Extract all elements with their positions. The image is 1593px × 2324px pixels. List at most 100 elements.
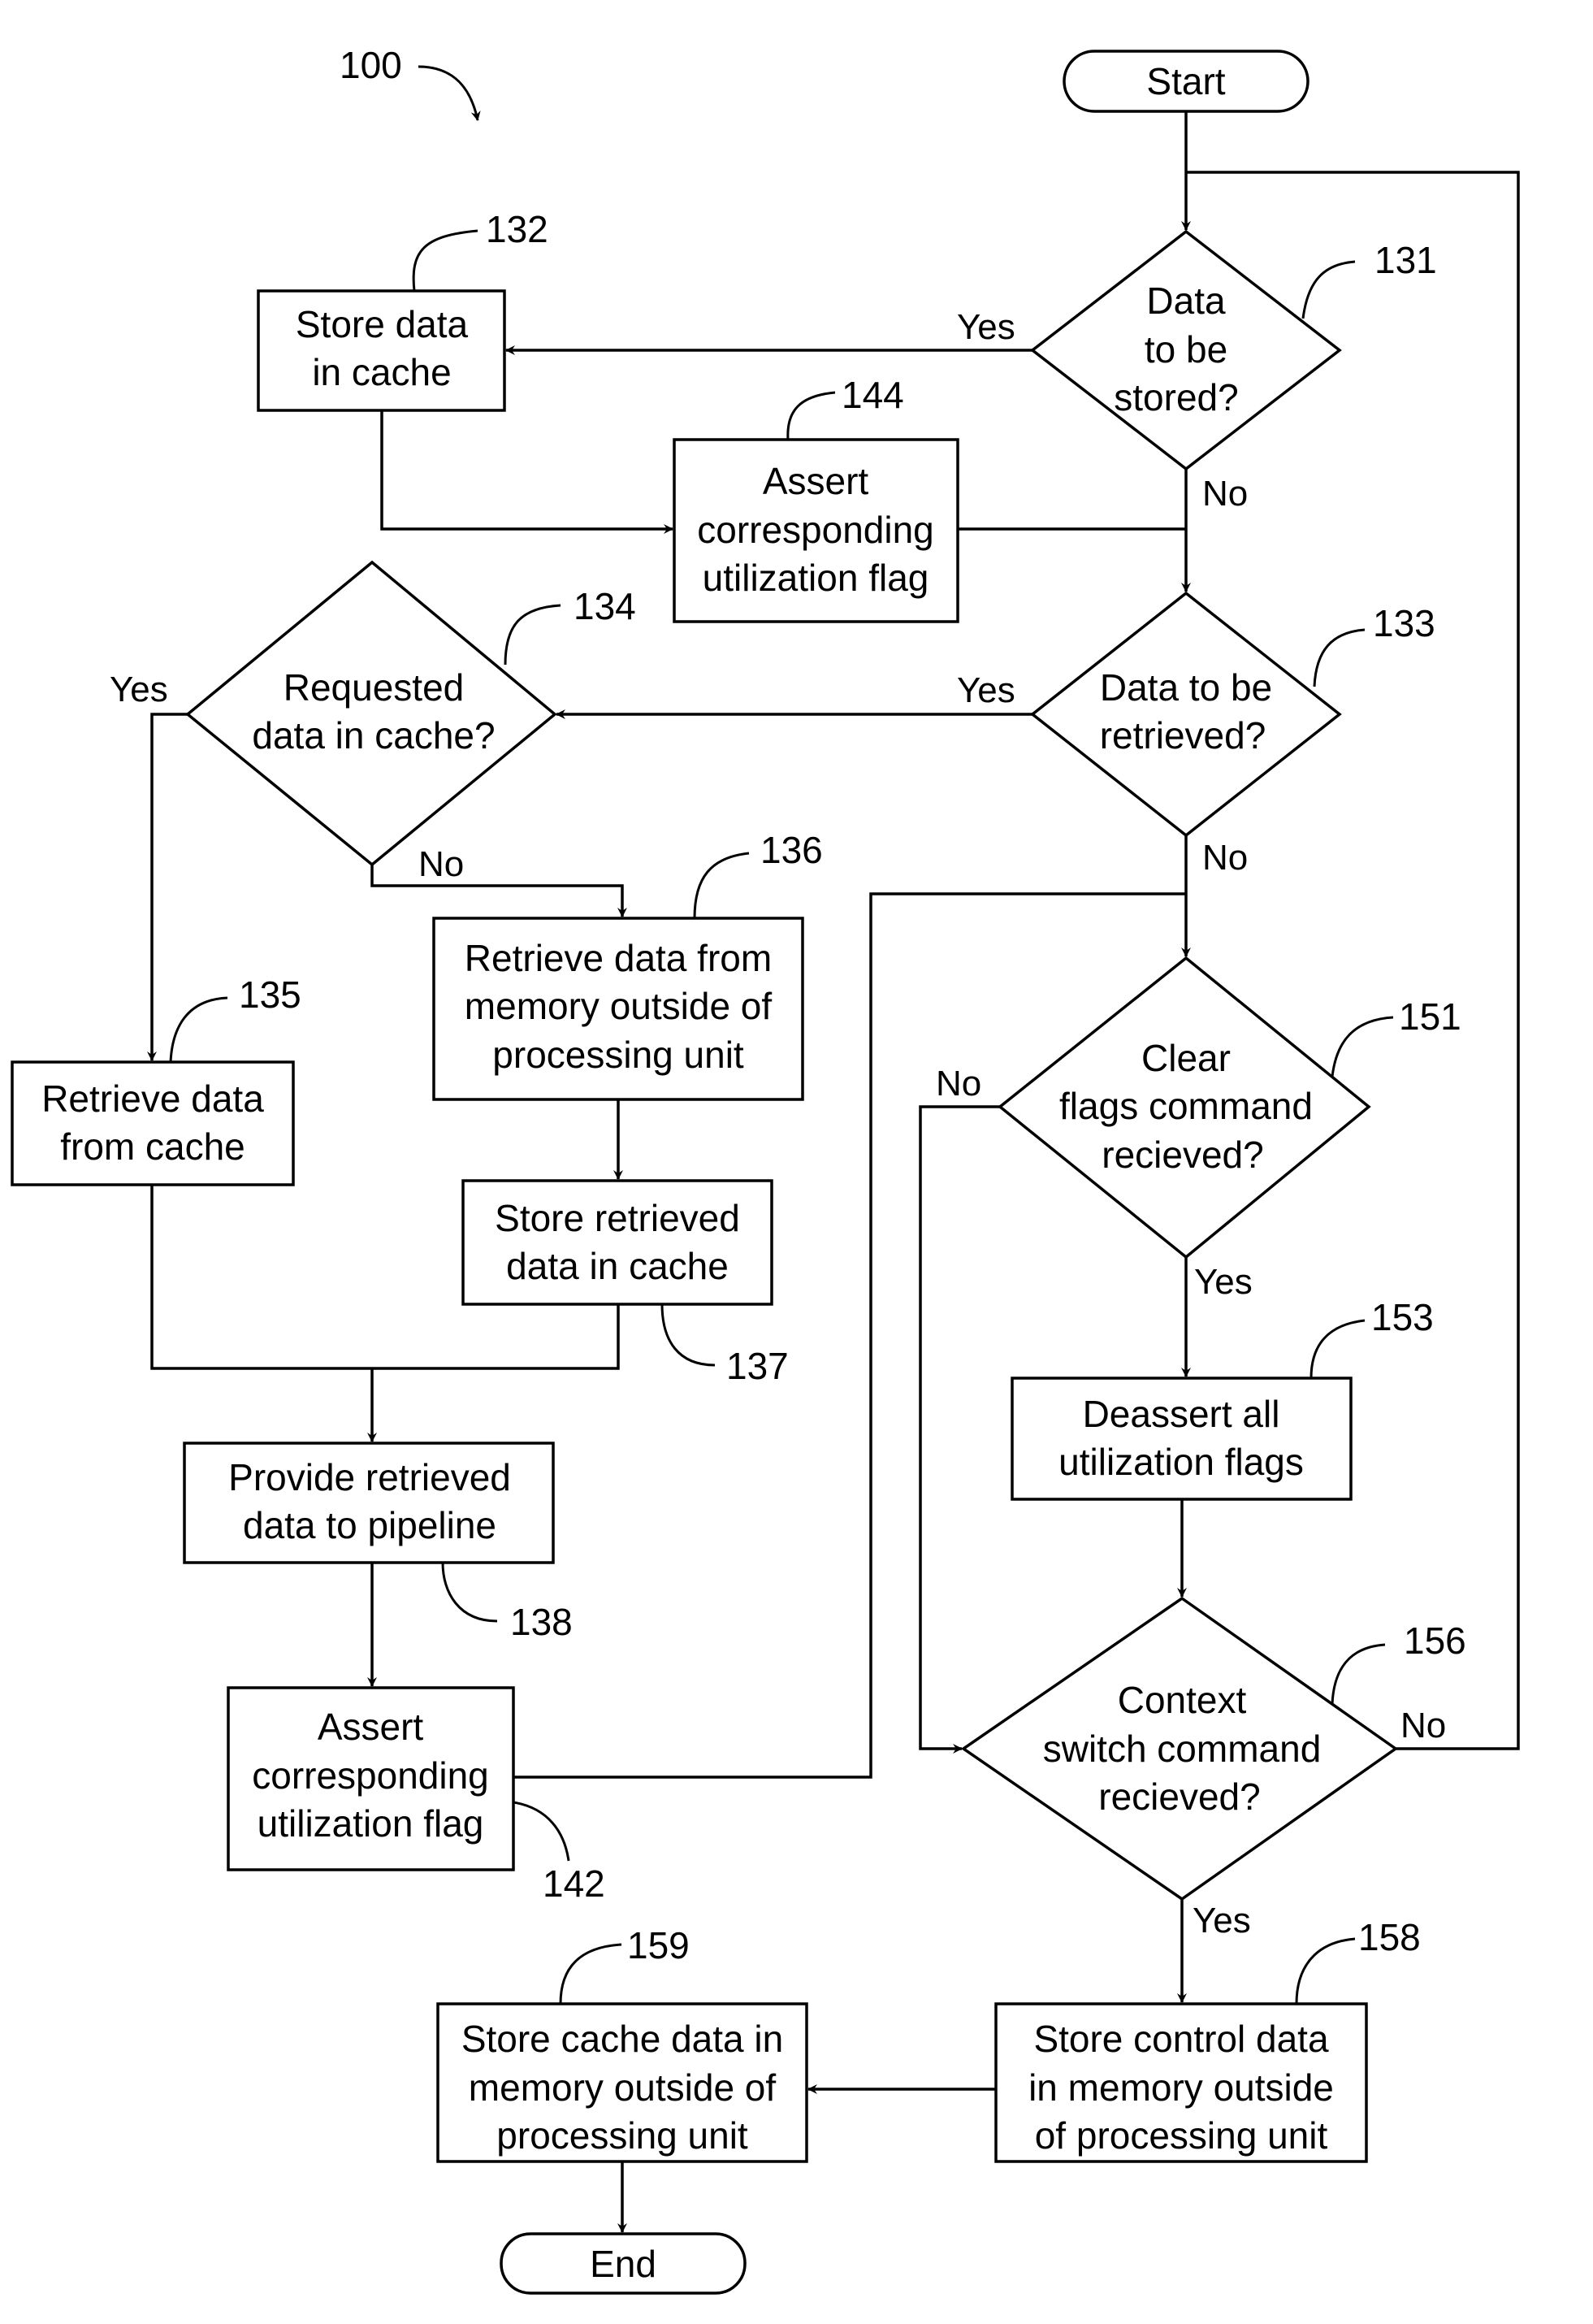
process-132-line-2: in cache — [312, 351, 451, 393]
process-138-line-2: data to pipeline — [243, 1504, 496, 1546]
branch-133-no: No — [1202, 838, 1248, 878]
decision-133-line-2: retrieved? — [1100, 714, 1266, 757]
ref-136: 136 — [760, 829, 823, 871]
process-137-line-1: Store retrieved — [495, 1197, 740, 1239]
ref-136-leader — [693, 852, 750, 919]
decision-156-line-3: recieved? — [1098, 1776, 1260, 1818]
decision-133-line-1: Data to be — [1100, 666, 1272, 709]
decision-131-data-to-be-stored[interactable]: Data to be stored? — [1030, 229, 1342, 471]
start-terminal[interactable]: Start — [1063, 50, 1309, 113]
process-135-line-2: from cache — [60, 1125, 245, 1168]
branch-151-no: No — [936, 1064, 981, 1103]
ref-138: 138 — [510, 1601, 573, 1643]
process-158-store-control-data[interactable]: Store control data in memory outside of … — [994, 2002, 1368, 2163]
ref-142: 142 — [543, 1862, 605, 1905]
ref-131: 131 — [1374, 239, 1437, 281]
ref-144-leader — [786, 391, 836, 440]
decision-151-line-2: flags command — [1059, 1085, 1313, 1127]
ref-158-leader — [1295, 1937, 1356, 2005]
process-158-line-3: of processing unit — [1035, 2114, 1328, 2157]
ref-159: 159 — [627, 1924, 690, 1966]
process-144-line-3: utilization flag — [703, 557, 929, 599]
process-158-line-1: Store control data — [1033, 2018, 1329, 2060]
ref-153: 153 — [1371, 1296, 1434, 1338]
process-153-line-2: utilization flags — [1058, 1441, 1304, 1483]
branch-134-no: No — [418, 844, 464, 884]
ref-137: 137 — [726, 1345, 789, 1387]
ref-135: 135 — [239, 973, 301, 1016]
process-144-assert-utilization-flag[interactable]: Assert corresponding utilization flag — [673, 438, 959, 623]
process-137-line-2: data in cache — [506, 1245, 729, 1287]
branch-134-yes: Yes — [110, 670, 168, 709]
ref-133-leader — [1313, 628, 1366, 687]
process-136-retrieve-data-from-memory[interactable]: Retrieve data from memory outside of pro… — [432, 917, 804, 1101]
decision-131-line-1: Data — [1146, 280, 1226, 322]
ref-144: 144 — [842, 374, 904, 416]
ref-137-leader — [660, 1303, 716, 1367]
ref-138-leader — [441, 1562, 498, 1623]
figure-reference: 100 — [340, 44, 402, 86]
ref-156-leader — [1331, 1643, 1386, 1705]
ref-158: 158 — [1358, 1916, 1421, 1958]
decision-151-clear-flags-command-received[interactable]: Clear flags command recieved? — [998, 956, 1371, 1260]
decision-133-data-to-be-retrieved[interactable]: Data to be retrieved? — [1030, 591, 1342, 838]
ref-132-leader — [412, 229, 478, 292]
ref-151-leader — [1331, 1016, 1394, 1077]
end-label: End — [590, 2243, 656, 2285]
branch-151-yes: Yes — [1194, 1262, 1253, 1302]
decision-156-line-2: switch command — [1043, 1728, 1322, 1770]
branch-156-no: No — [1400, 1706, 1446, 1745]
connector-134-no — [370, 865, 627, 917]
decision-134-line-1: Requested — [284, 666, 465, 709]
ref-135-leader — [169, 996, 228, 1063]
process-136-line-3: processing unit — [492, 1034, 744, 1076]
decision-156-context-switch-command-received[interactable]: Context switch command recieved? — [960, 1596, 1399, 1901]
process-142-line-1: Assert — [318, 1706, 424, 1748]
ref-134: 134 — [574, 585, 636, 627]
connector-132-144 — [380, 410, 673, 534]
process-142-line-3: utilization flag — [258, 1802, 484, 1845]
branch-131-no: No — [1202, 474, 1248, 514]
decision-131-line-3: stored? — [1114, 376, 1238, 418]
branch-133-yes: Yes — [957, 670, 1015, 710]
ref-142-leader — [513, 1801, 570, 1862]
process-153-deassert-all-flags[interactable]: Deassert all utilization flags — [1011, 1377, 1353, 1501]
ref-133: 133 — [1373, 602, 1435, 644]
ref-156: 156 — [1404, 1619, 1466, 1662]
process-159-line-3: processing unit — [496, 2114, 748, 2157]
process-142-line-2: corresponding — [252, 1754, 489, 1797]
ref-131-leader — [1301, 260, 1356, 319]
branch-156-yes: Yes — [1193, 1901, 1251, 1940]
process-142-assert-utilization-flag[interactable]: Assert corresponding utilization flag — [227, 1686, 515, 1871]
end-terminal[interactable]: End — [500, 2232, 747, 2295]
process-159-line-1: Store cache data in — [461, 2018, 783, 2060]
process-135-line-1: Retrieve data — [41, 1077, 264, 1120]
decision-156-line-1: Context — [1118, 1679, 1247, 1721]
start-label: Start — [1146, 60, 1225, 102]
flowchart: 100 Start Data to be stored? 131 Yes No … — [11, 44, 1520, 2295]
decision-131-line-2: to be — [1145, 328, 1227, 371]
decision-134-requested-data-in-cache[interactable]: Requested data in cache? — [185, 560, 557, 867]
process-159-store-cache-data[interactable]: Store cache data in memory outside of pr… — [436, 2002, 808, 2163]
process-144-line-2: corresponding — [697, 509, 934, 551]
process-144-line-1: Assert — [763, 460, 869, 502]
decision-134-line-2: data in cache? — [252, 714, 495, 757]
process-137-store-retrieved-data-in-cache[interactable]: Store retrieved data in cache — [461, 1179, 773, 1306]
process-153-line-1: Deassert all — [1083, 1393, 1280, 1435]
ref-151: 151 — [1399, 995, 1461, 1038]
connector-134-yes — [147, 713, 188, 1061]
ref-153-leader — [1309, 1319, 1366, 1379]
process-132-line-1: Store data — [296, 303, 469, 345]
process-138-provide-data-to-pipeline[interactable]: Provide retrieved data to pipeline — [183, 1442, 555, 1564]
process-138-line-1: Provide retrieved — [228, 1456, 511, 1498]
process-159-line-2: memory outside of — [469, 2066, 777, 2109]
decision-151-line-1: Clear — [1141, 1037, 1231, 1079]
decision-151-line-3: recieved? — [1102, 1134, 1263, 1176]
process-136-line-1: Retrieve data from — [465, 937, 772, 979]
process-135-retrieve-data-from-cache[interactable]: Retrieve data from cache — [11, 1060, 295, 1186]
process-158-line-2: in memory outside — [1028, 2066, 1334, 2109]
process-136-line-2: memory outside of — [465, 985, 773, 1027]
ref-132: 132 — [486, 208, 548, 250]
connectors — [147, 111, 1520, 2233]
process-132-store-data-in-cache[interactable]: Store data in cache — [257, 289, 506, 412]
